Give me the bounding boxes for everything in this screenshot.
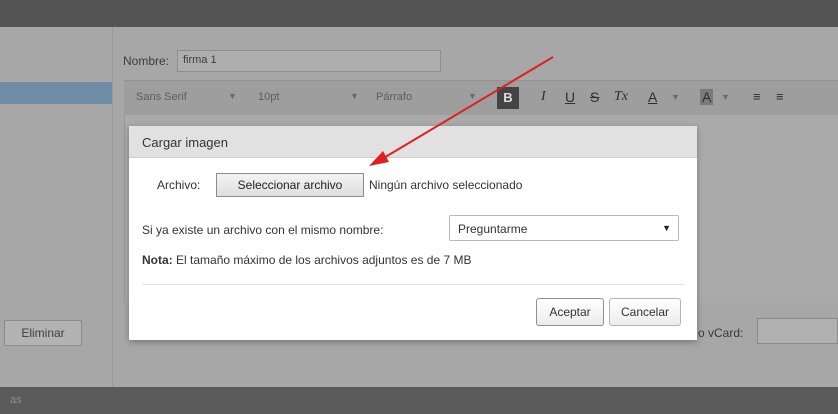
annotation-arrow-icon: [369, 56, 554, 166]
arrow-head: [369, 151, 389, 166]
arrow-shaft: [381, 56, 554, 160]
